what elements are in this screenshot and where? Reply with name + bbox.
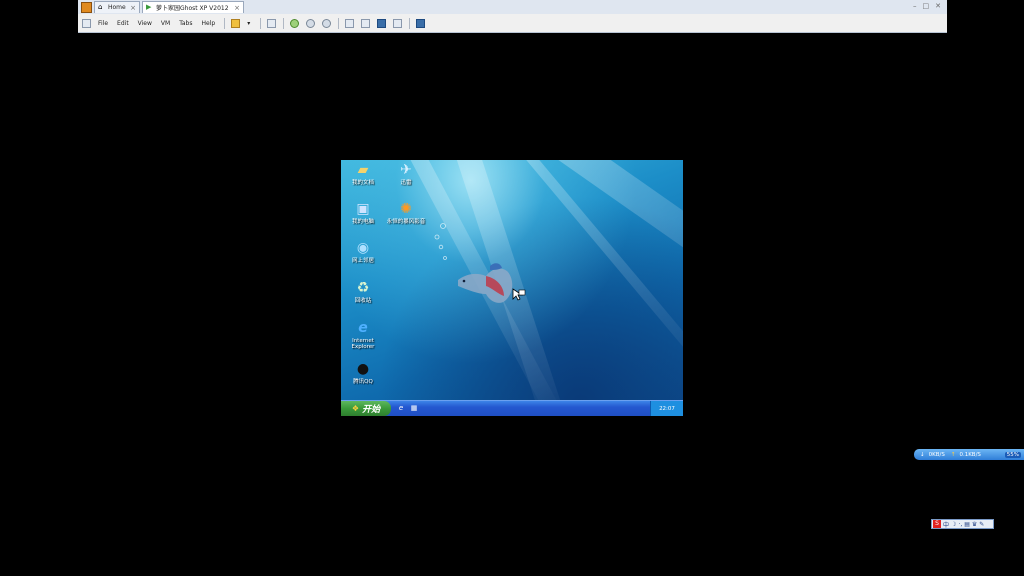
desktop-icon-qq[interactable]: ● 腾讯QQ (341, 361, 385, 385)
toolbar-divider (283, 17, 285, 29)
desktop-icon-internet-explorer[interactable]: e Internet Explorer (341, 320, 385, 350)
taskbar: ❖ 开始 e ▦ 22:07 (341, 400, 683, 416)
folder-icon: ▰ (357, 162, 369, 178)
start-button[interactable]: ❖ 开始 (341, 401, 391, 416)
minimize-button[interactable]: – (913, 2, 917, 10)
menu-file[interactable]: File (98, 20, 108, 27)
vm-play-icon: ▶ (146, 3, 152, 11)
power-icon[interactable] (231, 18, 241, 28)
quick-switch-icon[interactable] (361, 18, 371, 28)
network-speed-widget[interactable]: ↓ 0KB/S ↑ 0.1KB/S 55% (914, 449, 1024, 460)
toolbar-divider (260, 17, 262, 29)
ime-mode-label[interactable]: 中 (943, 520, 949, 529)
fullscreen-icon[interactable] (377, 18, 387, 28)
windows-flag-icon: ❖ (351, 404, 360, 413)
toolbar-divider (224, 17, 226, 29)
download-speed: 0KB/S (928, 451, 945, 458)
bubbles (434, 223, 447, 260)
sogou-logo-icon: S (933, 520, 941, 528)
home-icon: ⌂ (98, 3, 103, 11)
console-view-icon[interactable] (345, 18, 355, 28)
quick-launch: e ▦ (397, 404, 418, 412)
cpu-percent: 55% (1004, 451, 1021, 458)
desktop-icon-recycle-bin[interactable]: ♻ 回收站 (341, 280, 385, 304)
menu-tabs[interactable]: Tabs (179, 20, 192, 27)
menu-vm[interactable]: VM (161, 20, 170, 27)
vmware-window: ⌂ Home × ▶ 萝卜家园Ghost XP V2012 × – □ ✕ Fi… (78, 0, 947, 33)
show-desktop-icon[interactable]: ▦ (410, 404, 418, 412)
desktop-icon-thunder[interactable]: ✈ 迅雷 (384, 162, 428, 186)
chevron-down-icon[interactable]: ▾ (247, 20, 250, 27)
desktop-icon-my-computer[interactable]: ▣ 我的电脑 (341, 201, 385, 225)
recycle-bin-icon: ♻ (356, 280, 370, 296)
menu-view[interactable]: View (138, 20, 152, 27)
keyboard-icon[interactable]: ▤ (964, 521, 970, 528)
skin-icon[interactable]: ♛ (972, 521, 977, 528)
desktop-icon-media-player[interactable]: ✺ 永恒的暴风影音 (384, 201, 428, 225)
vm-screen[interactable]: ▰ 我的文档 ✈ 迅雷 ▣ 我的电脑 ✺ 永恒的暴风影音 ◉ 网上邻居 ♻ 回收… (341, 160, 683, 416)
unity-icon[interactable] (393, 18, 403, 28)
thunder-bird-icon: ✈ (400, 162, 412, 178)
computer-icon: ▣ (356, 201, 370, 217)
network-icon: ◉ (356, 240, 370, 256)
close-button[interactable]: ✕ (935, 2, 941, 10)
desktop-icon-network[interactable]: ◉ 网上邻居 (341, 240, 385, 264)
close-icon[interactable]: × (130, 4, 136, 12)
ie-icon: e (358, 320, 368, 336)
ime-toolbar[interactable]: S 中 ☽ ·, ▤ ♛ ✎ (931, 519, 994, 529)
menu-edit[interactable]: Edit (117, 20, 129, 27)
upload-speed: 0.1KB/S (959, 451, 981, 458)
vmware-app-icon[interactable] (81, 2, 92, 13)
pin-icon[interactable] (82, 18, 91, 28)
media-player-icon: ✺ (400, 201, 412, 217)
upload-arrow-icon: ↑ (950, 451, 956, 458)
toolbar-divider (338, 17, 340, 29)
system-tray: 22:07 (650, 401, 683, 416)
qq-penguin-icon: ● (356, 361, 370, 377)
download-arrow-icon: ↓ (920, 451, 925, 458)
ie-icon[interactable]: e (397, 404, 405, 412)
revert-snapshot-icon[interactable] (306, 18, 316, 28)
tab-bar: ⌂ Home × ▶ 萝卜家园Ghost XP V2012 × – □ ✕ (78, 0, 947, 14)
snapshot-icon[interactable] (290, 18, 300, 28)
moon-icon[interactable]: ☽ (951, 521, 956, 528)
betta-fish-image (458, 263, 513, 303)
toolbar-divider (409, 17, 411, 29)
send-keys-icon[interactable] (267, 18, 277, 28)
settings-wrench-icon[interactable]: ✎ (979, 521, 984, 528)
tab-home[interactable]: ⌂ Home × (94, 1, 140, 13)
menu-help[interactable]: Help (202, 20, 216, 27)
toolbar: File Edit View VM Tabs Help ▾ (78, 15, 947, 31)
desktop-icon-my-documents[interactable]: ▰ 我的文档 (341, 162, 385, 186)
snapshot-manager-icon[interactable] (322, 18, 332, 28)
clock[interactable]: 22:07 (659, 406, 675, 412)
close-icon[interactable]: × (234, 4, 240, 12)
punctuation-icon[interactable]: ·, (958, 521, 962, 528)
window-controls: – □ ✕ (913, 2, 941, 10)
stretch-guest-icon[interactable] (416, 18, 426, 28)
tab-vm[interactable]: ▶ 萝卜家园Ghost XP V2012 × (142, 1, 244, 13)
maximize-button[interactable]: □ (923, 2, 930, 10)
mouse-cursor-icon (512, 288, 526, 301)
